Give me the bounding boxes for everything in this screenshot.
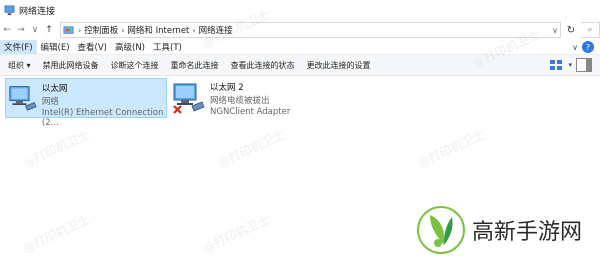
menu-view[interactable]: 查看(V) (74, 40, 111, 54)
watermark: @打印机卫士 (20, 212, 92, 256)
back-button[interactable]: ← (0, 23, 14, 37)
network-connections-icon (4, 5, 15, 15)
connection-item-ethernet[interactable]: 以太网 网络 Intel(R) Ethernet Connection (2..… (5, 78, 167, 128)
breadcrumb-separator-icon: › (78, 25, 82, 35)
ethernet-adapter-icon (9, 86, 37, 111)
view-options-icon[interactable] (548, 58, 564, 72)
connection-adapter: Intel(R) Ethernet Connection (2... (41, 108, 164, 128)
brand-text: 高新手游网 (472, 220, 583, 245)
address-dropdown-icon[interactable]: ∨ (552, 26, 558, 35)
title-bar: 网络连接 (0, 0, 600, 20)
menu-file[interactable]: 文件(F) (0, 40, 37, 54)
breadcrumb-separator-icon: › (192, 25, 196, 35)
menu-edit[interactable]: 编辑(E) (37, 40, 74, 54)
view-status-button[interactable]: 查看此连接的状态 (225, 55, 301, 75)
diagnose-connection-button[interactable]: 诊断这个连接 (105, 55, 165, 75)
rename-connection-button[interactable]: 重命名此连接 (165, 55, 225, 75)
breadcrumb-control-panel[interactable]: 控制面板 (84, 24, 118, 36)
organize-button[interactable]: 组织 ▾ (0, 55, 37, 75)
watermark: @打印机卫士 (415, 127, 487, 171)
breadcrumb-network-internet[interactable]: 网络和 Internet (127, 24, 189, 36)
preview-pane-icon[interactable] (576, 58, 592, 72)
refresh-button[interactable]: ↻ (561, 23, 581, 37)
search-icon[interactable]: ⌕ (581, 22, 600, 38)
breadcrumb[interactable]: › 控制面板 › 网络和 Internet › 网络连接 ∨ (60, 22, 561, 38)
watermark: @打印机卫士 (200, 212, 272, 256)
connection-name: 以太网 2 (210, 83, 244, 93)
brand-logo-icon (417, 206, 465, 254)
connection-status: 网络电缆被拔出 (210, 96, 270, 106)
help-icon[interactable]: ? (582, 41, 594, 53)
ethernet-adapter-disconnected-icon (173, 83, 205, 114)
view-dropdown-icon[interactable]: ▾ (568, 61, 572, 69)
breadcrumb-separator-icon: › (121, 25, 125, 35)
connection-adapter: NGNClient Adapter (210, 107, 291, 117)
forward-button[interactable]: → (14, 23, 28, 37)
control-panel-icon (63, 25, 74, 34)
recent-locations-chevron-icon[interactable]: ∨ (28, 23, 42, 37)
connection-status: 网络 (41, 97, 59, 107)
window-title: 网络连接 (19, 6, 56, 17)
disable-device-button[interactable]: 禁用此网络设备 (37, 55, 105, 75)
change-settings-button[interactable]: 更改此连接的设置 (301, 55, 377, 75)
brand-overlay: 高新手游网 (416, 205, 582, 255)
menu-tools[interactable]: 工具(T) (149, 40, 186, 54)
connection-item-ethernet-2[interactable]: 以太网 2 网络电缆被拔出 NGNClient Adapter (170, 78, 330, 117)
expand-ribbon-chevron-icon[interactable]: ∨ (568, 43, 582, 52)
menu-advanced[interactable]: 高级(N) (111, 40, 149, 54)
connection-name: 以太网 (41, 84, 68, 94)
command-bar: 组织 ▾ 禁用此网络设备 诊断这个连接 重命名此连接 查看此连接的状态 更改此连… (0, 55, 600, 76)
watermark: @打印机卫士 (215, 127, 287, 171)
up-button[interactable]: ↑ (42, 23, 56, 37)
watermark: @打印机卫士 (20, 127, 92, 171)
